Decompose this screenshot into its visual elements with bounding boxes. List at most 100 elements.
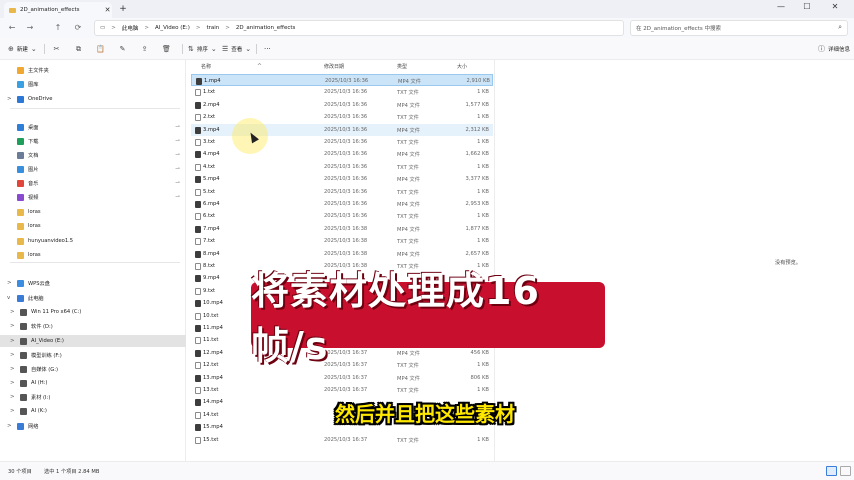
sidebar-item[interactable]: 文档 ⊸ <box>0 149 186 161</box>
copy-button[interactable]: ⧉ <box>74 43 86 55</box>
file-date: 2025/10/3 16:36 <box>325 78 369 84</box>
rename-button[interactable]: ✎ <box>118 43 130 55</box>
breadcrumb-ai-video-drive[interactable]: AI_Video (E:) <box>155 25 190 31</box>
back-icon[interactable]: ← <box>6 22 18 34</box>
sidebar-item[interactable]: > Win 11 Pro x64 (C:) <box>0 306 186 318</box>
file-date: 2025/10/3 16:36 <box>324 114 368 121</box>
chevron-right-icon[interactable]: > <box>10 338 15 344</box>
sidebar-item[interactable]: > 网络 <box>0 420 186 432</box>
sidebar-item[interactable]: 下载 ⊸ <box>0 135 186 147</box>
drive-icon <box>20 337 27 345</box>
chevron-down-icon[interactable]: v <box>7 295 10 301</box>
tab-2d-animation-effects[interactable]: 2D_animation_effects ✕ <box>4 2 112 18</box>
file-name: 1.mp4 <box>204 78 221 84</box>
paste-button[interactable]: 📋 <box>96 43 108 55</box>
file-row[interactable]: 6.txt 2025/10/3 16:36 TXT 文件 1 KB <box>191 210 493 222</box>
file-row[interactable]: 4.txt 2025/10/3 16:36 TXT 文件 1 KB <box>191 161 493 173</box>
sidebar-item[interactable]: > AI (H:) <box>0 377 186 389</box>
sidebar-item[interactable]: 音乐 ⊸ <box>0 177 186 189</box>
text-file-icon <box>195 188 201 196</box>
chevron-right-icon[interactable]: > <box>10 394 15 400</box>
delete-button[interactable]: 🗑 <box>162 43 174 55</box>
new-tab-button[interactable]: + <box>118 3 128 15</box>
tab-close-icon[interactable]: ✕ <box>103 6 112 14</box>
sidebar-item[interactable]: > WPS云盘 <box>0 277 186 289</box>
breadcrumb-2d-animation-effects[interactable]: 2D_animation_effects <box>236 25 296 31</box>
file-row[interactable]: 7.txt 2025/10/3 16:38 TXT 文件 1 KB <box>191 235 493 247</box>
column-size[interactable]: 大小 <box>457 63 467 70</box>
column-date[interactable]: 修改日期 <box>324 63 344 70</box>
file-name: 15.txt <box>203 436 219 443</box>
chevron-right-icon[interactable]: > <box>7 96 12 102</box>
up-icon[interactable]: ↑ <box>52 22 64 34</box>
sidebar-item[interactable]: 图片 ⊸ <box>0 163 186 175</box>
chevron-right-icon[interactable]: > <box>7 280 12 286</box>
chevron-right-icon[interactable]: > <box>10 323 15 329</box>
maximize-button[interactable]: ☐ <box>796 0 818 14</box>
file-row[interactable]: 2.txt 2025/10/3 16:36 TXT 文件 1 KB <box>191 111 493 123</box>
sidebar-item[interactable]: loras <box>0 206 186 218</box>
file-row[interactable]: 8.mp4 2025/10/3 16:38 MP4 文件 2,657 KB <box>191 248 493 260</box>
chevron-right-icon[interactable]: > <box>7 423 12 429</box>
view-button[interactable]: ☰ 查看 ⌄ <box>222 43 254 55</box>
tiles-view-button[interactable] <box>840 466 851 476</box>
sidebar-item[interactable]: v 此电脑 <box>0 292 186 304</box>
file-row[interactable]: 2.mp4 2025/10/3 16:36 MP4 文件 1,577 KB <box>191 99 493 111</box>
file-row[interactable]: 5.mp4 2025/10/3 16:36 MP4 文件 3,377 KB <box>191 173 493 185</box>
sidebar-item-label: 桌面 <box>28 124 39 131</box>
file-type: TXT 文件 <box>397 90 419 97</box>
column-type[interactable]: 类型 <box>397 63 407 70</box>
minimize-button[interactable]: — <box>770 0 792 14</box>
sidebar-item[interactable]: 主文件夹 <box>0 64 186 76</box>
sidebar-item[interactable]: > 软件 (D:) <box>0 320 186 332</box>
sidebar-item[interactable]: > AI_Video (E:) <box>0 335 186 347</box>
sidebar-item[interactable]: 桌面 ⊸ <box>0 121 186 133</box>
breadcrumb-this-pc[interactable]: 此电脑 <box>122 24 139 32</box>
file-row[interactable]: 13.txt 2025/10/3 16:37 TXT 文件 1 KB <box>191 384 493 396</box>
sidebar-item[interactable]: 图库 <box>0 78 186 90</box>
sidebar-item[interactable]: > OneDrive <box>0 93 186 105</box>
details-icon: ⓘ <box>818 45 825 53</box>
chevron-right-icon[interactable]: > <box>10 408 15 414</box>
sidebar-item[interactable]: > 素材 (I:) <box>0 391 186 403</box>
file-row[interactable]: 15.txt 2025/10/3 16:37 TXT 文件 1 KB <box>191 434 493 446</box>
chevron-right-icon[interactable]: > <box>10 380 15 386</box>
refresh-icon[interactable]: ⟳ <box>72 22 84 34</box>
forward-icon[interactable]: → <box>24 22 36 34</box>
sort-button[interactable]: ⇅ 排序 ⌄ <box>188 43 220 55</box>
file-row[interactable]: 13.mp4 2025/10/3 16:37 MP4 文件 806 KB <box>191 372 493 384</box>
chevron-right-icon[interactable]: > <box>10 352 15 358</box>
breadcrumb-separator: > <box>225 25 230 31</box>
sidebar-item[interactable]: > 自媒体 (G:) <box>0 363 186 375</box>
sidebar-item[interactable]: 视频 ⊸ <box>0 191 186 203</box>
details-view-button[interactable] <box>826 466 837 476</box>
search-input[interactable]: 在 2D_animation_effects 中搜索 ⌕ <box>630 20 848 36</box>
file-row[interactable]: 5.txt 2025/10/3 16:36 TXT 文件 1 KB <box>191 186 493 198</box>
file-row[interactable]: 1.txt 2025/10/3 16:36 TXT 文件 1 KB <box>191 86 493 98</box>
text-file-icon <box>195 163 201 171</box>
text-file-icon <box>195 312 201 320</box>
file-row[interactable]: 4.mp4 2025/10/3 16:36 MP4 文件 1,662 KB <box>191 148 493 160</box>
sidebar-item-label: loras <box>28 252 41 258</box>
sidebar-item[interactable]: > AI (K:) <box>0 405 186 417</box>
chevron-right-icon[interactable]: > <box>10 309 15 315</box>
cut-button[interactable]: ✂ <box>52 43 64 55</box>
file-row[interactable]: 1.mp4 2025/10/3 16:36 MP4 文件 2,910 KB <box>191 74 493 86</box>
sidebar-item[interactable]: loras <box>0 249 186 261</box>
close-button[interactable]: ✕ <box>824 0 846 14</box>
share-button[interactable]: ⇪ <box>140 43 152 55</box>
details-button[interactable]: ⓘ 详细信息 <box>818 43 850 55</box>
status-bar: 30 个项目 选中 1 个项目 2.84 MB <box>0 461 854 480</box>
column-name[interactable]: 名称 <box>201 63 211 70</box>
sidebar-item[interactable]: > 模型训练 (F:) <box>0 349 186 361</box>
sidebar-item[interactable]: hunyuanvideo1.5 <box>0 235 186 247</box>
breadcrumb-train[interactable]: train <box>206 25 219 31</box>
file-row[interactable]: 7.mp4 2025/10/3 16:38 MP4 文件 1,877 KB <box>191 223 493 235</box>
file-row[interactable]: 6.mp4 2025/10/3 16:36 MP4 文件 2,953 KB <box>191 198 493 210</box>
more-button[interactable]: ··· <box>264 43 271 55</box>
new-button[interactable]: ⊕ 新建 ⌄ <box>8 43 40 55</box>
file-name: 8.txt <box>203 263 216 269</box>
sidebar-item[interactable]: loras <box>0 220 186 232</box>
address-bar[interactable]: ▭ > 此电脑 > AI_Video (E:) > train > 2D_ani… <box>94 20 624 36</box>
chevron-right-icon[interactable]: > <box>10 366 15 372</box>
